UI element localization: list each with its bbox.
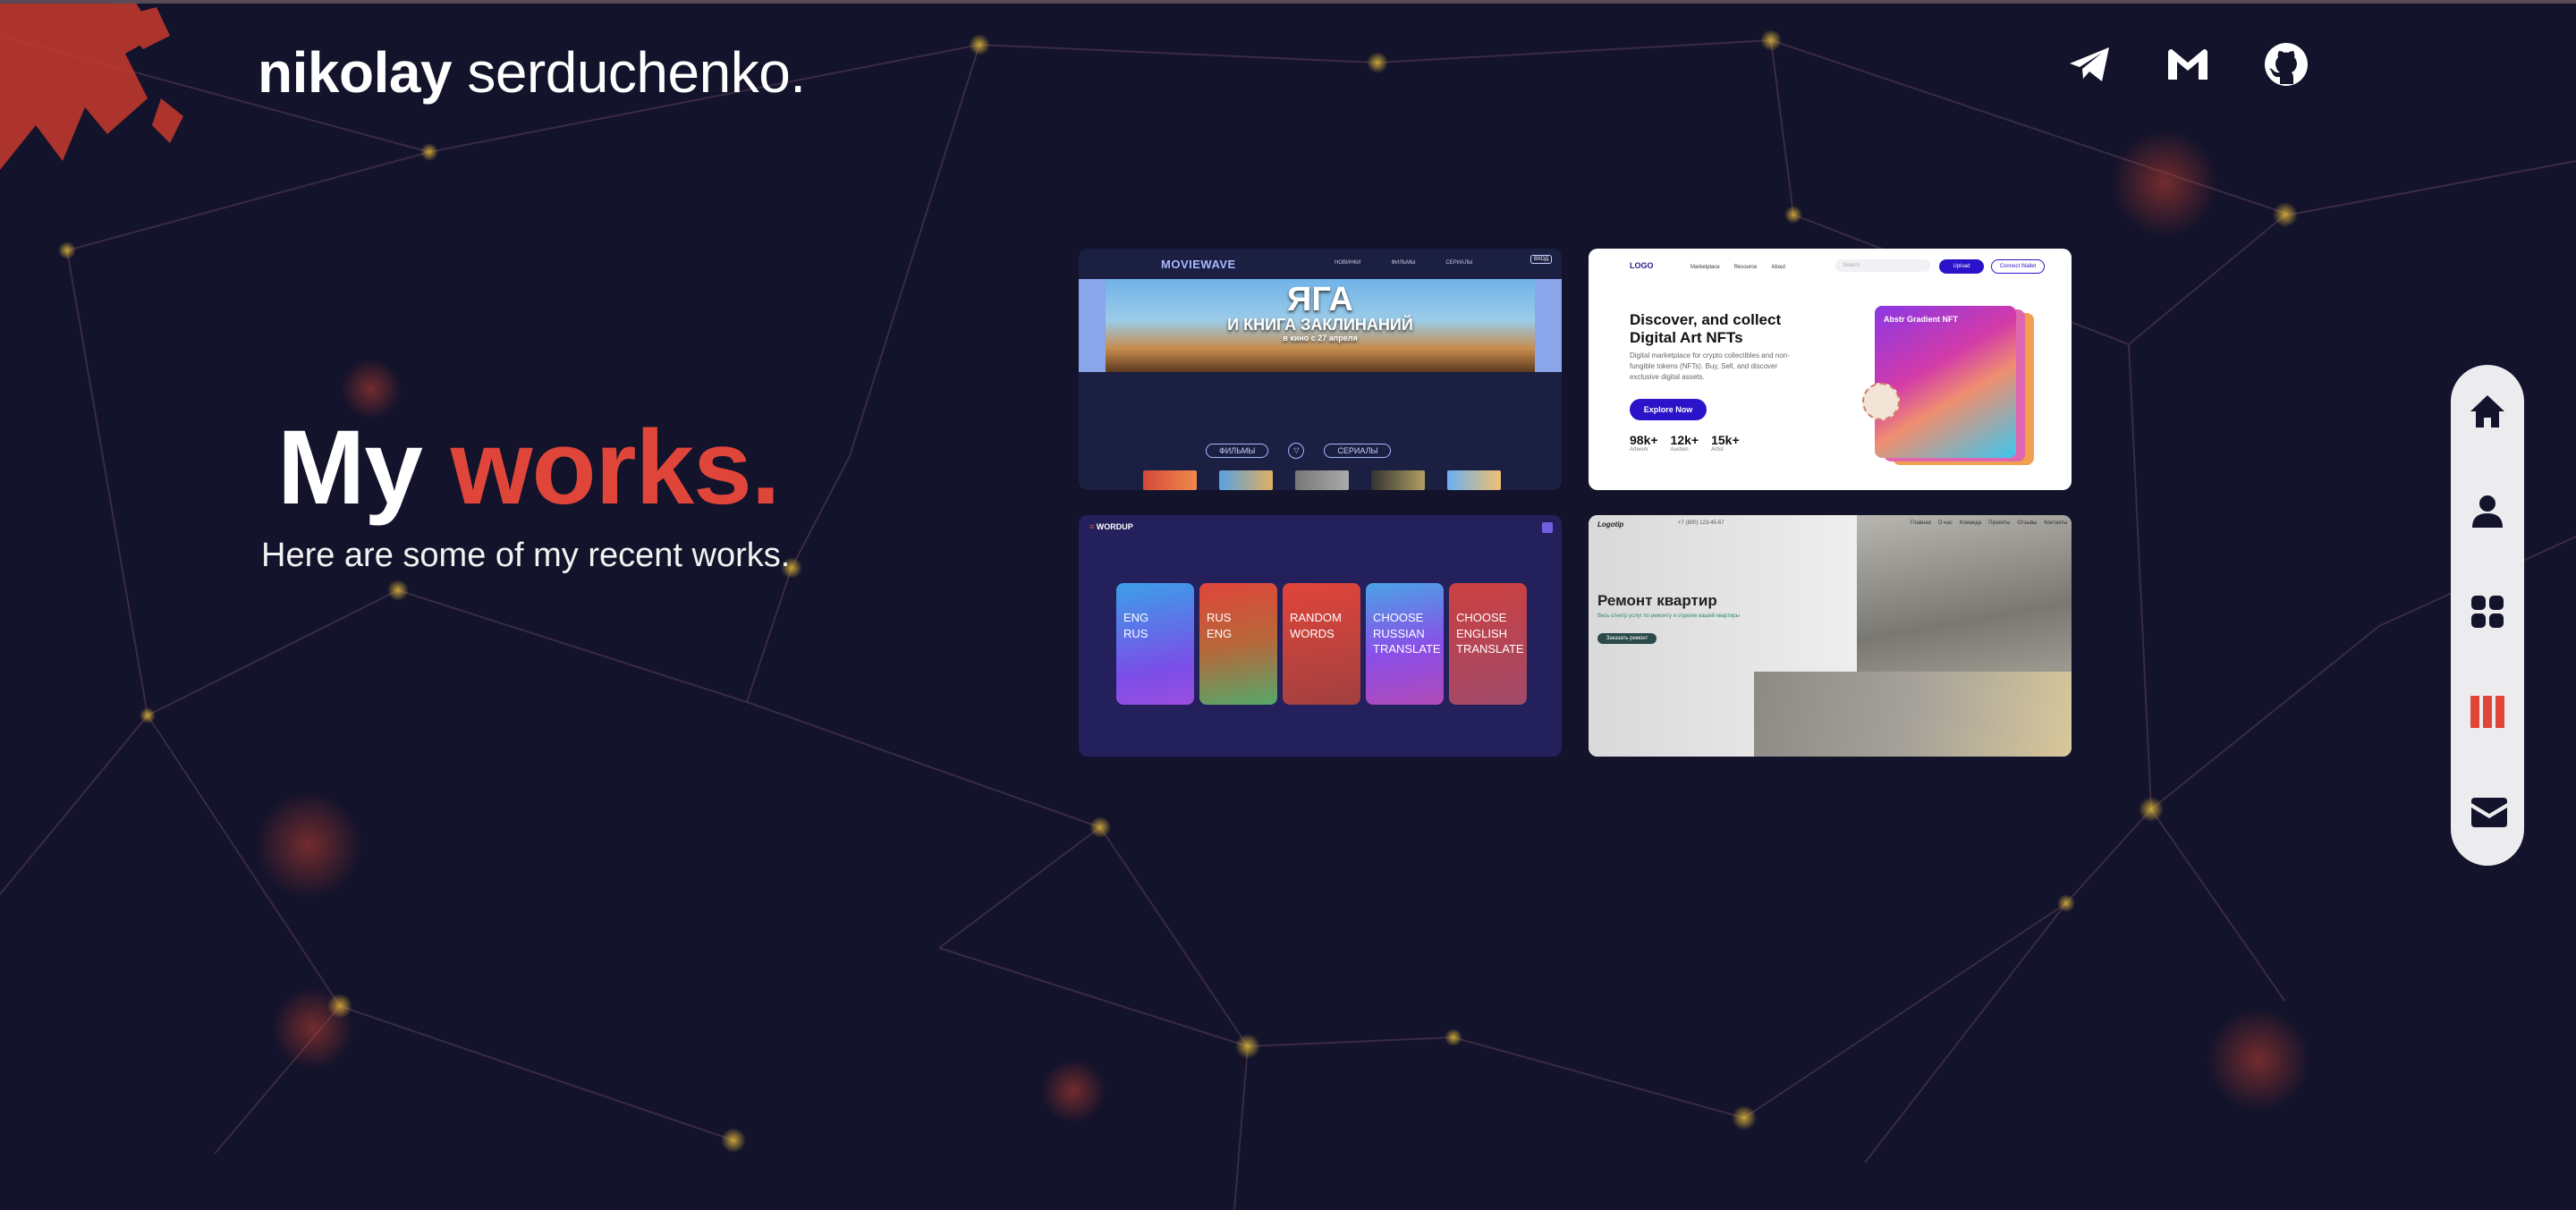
movie-thumb bbox=[1447, 470, 1501, 490]
filter-icon: ▽ bbox=[1288, 443, 1305, 459]
nav-item: Marketplace bbox=[1690, 265, 1720, 270]
nav-item: НОВИНКИ bbox=[1335, 260, 1361, 266]
nav-works[interactable] bbox=[2470, 694, 2505, 730]
remont-logo: Logotip bbox=[1597, 520, 1624, 529]
github-link[interactable] bbox=[2263, 41, 2309, 88]
page-subtitle: Here are some of my recent works. bbox=[261, 537, 791, 574]
telegram-link[interactable] bbox=[2066, 41, 2113, 88]
nft-title: Discover, and collect Digital Art NFTs bbox=[1630, 311, 1781, 346]
moviewave-banner: ЯГА И КНИГА ЗАКЛИНАНИЙ в кино с 27 апрел… bbox=[1079, 279, 1562, 372]
tab-series: СЕРИАЛЫ bbox=[1324, 444, 1392, 458]
project-card-remont[interactable]: Logotip +7 (800) 123-45-67 Главная О нас… bbox=[1589, 515, 2072, 757]
nav-home[interactable] bbox=[2470, 393, 2505, 429]
nft-title-line1: Discover, and collect bbox=[1630, 311, 1782, 328]
works-icon bbox=[2470, 696, 2504, 728]
github-icon bbox=[2265, 43, 2308, 86]
moviewave-nav: НОВИНКИ ФИЛЬМЫ СЕРИАЛЫ bbox=[1335, 260, 1472, 266]
stat: 15k+ Artist bbox=[1711, 433, 1740, 453]
banner-image: ЯГА И КНИГА ЗАКЛИНАНИЙ в кино с 27 апрел… bbox=[1106, 279, 1535, 372]
remont-description: Весь спектр услуг по ремонту и отделке в… bbox=[1597, 613, 1740, 619]
remont-button: Заказать ремонт bbox=[1597, 633, 1657, 644]
wordup-card: RUS ENG bbox=[1199, 583, 1277, 705]
title-part1: My bbox=[277, 409, 423, 527]
stat: 98k+ Artwork bbox=[1630, 433, 1658, 453]
nft-art-title: Abstr Gradient NFT bbox=[1884, 315, 1959, 324]
nft-stats: 98k+ Artwork 12k+ Auction 15k+ Artist bbox=[1630, 433, 1740, 453]
nft-logo: LOGO bbox=[1630, 261, 1654, 270]
page-title: My works. bbox=[277, 407, 781, 529]
nft-upload-button: Upload bbox=[1939, 259, 1984, 274]
wordup-card: RANDOM WORDS bbox=[1283, 583, 1360, 705]
banner-line2: И КНИГА ЗАКЛИНАНИЙ bbox=[1227, 316, 1413, 334]
mail-icon bbox=[2471, 798, 2507, 827]
tab-movies: ФИЛЬМЫ bbox=[1206, 444, 1269, 458]
nft-explore-button: Explore Now bbox=[1630, 399, 1707, 420]
wordup-logo: ≡ WORDUP bbox=[1089, 522, 1133, 531]
movie-thumb bbox=[1371, 470, 1425, 490]
logo-first-name: nikolay bbox=[258, 40, 453, 105]
gmail-icon bbox=[2168, 49, 2207, 80]
stat: 12k+ Auction bbox=[1670, 433, 1699, 453]
remont-title: Ремонт квартир bbox=[1597, 592, 1717, 609]
nav-about[interactable] bbox=[2470, 494, 2505, 529]
movie-thumb bbox=[1219, 470, 1273, 490]
nft-connect-button: Connect Wallet bbox=[1991, 259, 2045, 274]
side-nav-dock bbox=[2451, 365, 2524, 866]
nav-contact[interactable] bbox=[2470, 794, 2507, 830]
nft-artwork: Abstr Gradient NFT bbox=[1875, 306, 2016, 458]
banner-line3: в кино с 27 апреля bbox=[1283, 334, 1358, 343]
moviewave-tabs: ФИЛЬМЫ ▽ СЕРИАЛЫ bbox=[1206, 443, 1392, 459]
logo-last-name: serduchenko. bbox=[467, 40, 806, 105]
nft-description: Digital marketplace for crypto collectib… bbox=[1630, 351, 1790, 381]
social-links bbox=[2066, 41, 2309, 88]
home-icon bbox=[2470, 395, 2504, 427]
nav-item: About bbox=[1771, 265, 1786, 270]
nft-title-line2: Digital Art NFTs bbox=[1630, 328, 1743, 346]
title-accent: works. bbox=[450, 409, 781, 527]
banner-line1: ЯГА bbox=[1287, 281, 1353, 318]
wordup-card: CHOOSE RUSSIAN TRANSLATE bbox=[1366, 583, 1444, 705]
wordup-card: ENG RUS bbox=[1116, 583, 1194, 705]
wordup-cards: ENG RUS RUS ENG RANDOM WORDS CHOOSE RUSSIAN T… bbox=[1116, 583, 1527, 705]
menu-icon bbox=[1542, 522, 1553, 533]
remont-phone: +7 (800) 123-45-67 bbox=[1678, 520, 1724, 526]
nft-nav: Marketplace Resource About bbox=[1690, 265, 1785, 270]
remont-nav: Главная О нас Команда Проекты Отзывы Кон… bbox=[1911, 520, 2068, 526]
nav-item: ФИЛЬМЫ bbox=[1391, 260, 1416, 266]
nav-services[interactable] bbox=[2470, 594, 2505, 630]
project-card-wordup[interactable]: ≡ WORDUP ENG RUS RUS ENG RANDOM WORDS CHOOS… bbox=[1079, 515, 1562, 757]
wordup-card: CHOOSE ENGLISH TRANSLATE bbox=[1449, 583, 1527, 705]
telegram-icon bbox=[2070, 47, 2109, 81]
banner-headline: ЯГА И КНИГА ЗАКЛИНАНИЙ в кино с 27 апрел… bbox=[1106, 283, 1535, 343]
remont-photo-bottom bbox=[1754, 672, 2072, 757]
nft-badge bbox=[1862, 383, 1900, 420]
gmail-link[interactable] bbox=[2165, 41, 2211, 88]
project-card-nft[interactable]: LOGO Marketplace Resource About Search U… bbox=[1589, 249, 2072, 490]
project-card-moviewave[interactable]: MOVIEWAVE НОВИНКИ ФИЛЬМЫ СЕРИАЛЫ ВХОД ЯГ… bbox=[1079, 249, 1562, 490]
moviewave-logo: MOVIEWAVE bbox=[1161, 258, 1236, 271]
top-border bbox=[0, 0, 2576, 4]
nav-item: Resource bbox=[1733, 265, 1758, 270]
movie-thumbnails bbox=[1143, 470, 1501, 490]
movie-thumb bbox=[1143, 470, 1197, 490]
user-icon bbox=[2472, 495, 2503, 528]
works-grid: MOVIEWAVE НОВИНКИ ФИЛЬМЫ СЕРИАЛЫ ВХОД ЯГ… bbox=[1079, 249, 2072, 758]
site-logo[interactable]: nikolay serduchenko. bbox=[258, 39, 806, 106]
grid-icon bbox=[2471, 596, 2504, 628]
movie-thumb bbox=[1295, 470, 1349, 490]
nav-item: СЕРИАЛЫ bbox=[1445, 260, 1473, 266]
moviewave-login: ВХОД bbox=[1530, 255, 1553, 264]
nft-search: Search bbox=[1835, 259, 1930, 272]
